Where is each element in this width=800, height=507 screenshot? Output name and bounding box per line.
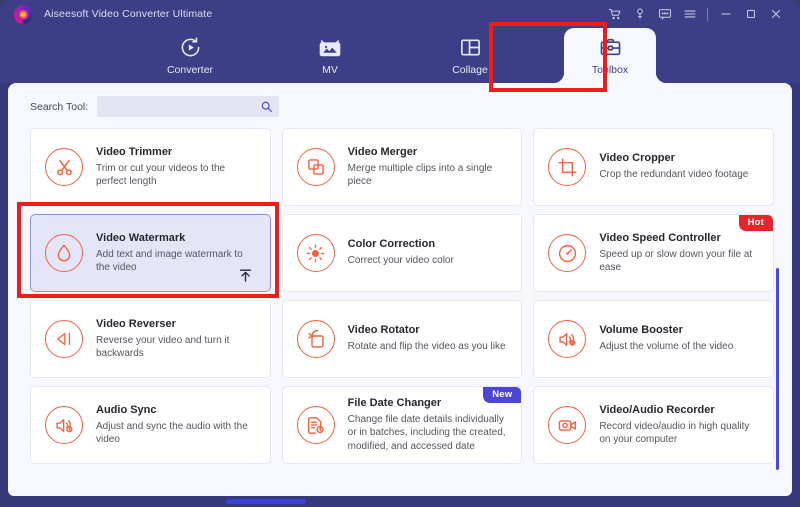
tab-toolbox[interactable]: Toolbox <box>564 28 656 83</box>
tool-title: Video Watermark <box>96 232 258 244</box>
tool-title: Video Merger <box>348 146 510 158</box>
search-icon[interactable] <box>260 100 273 113</box>
tool-card-audio-sync[interactable]: Audio Sync Adjust and sync the audio wit… <box>30 386 271 464</box>
tool-desc: Correct your video color <box>348 254 510 267</box>
tab-collage-label: Collage <box>452 64 488 76</box>
tool-card-volume-booster[interactable]: Volume Booster Adjust the volume of the … <box>533 300 774 378</box>
window-controls <box>602 1 790 27</box>
speedometer-icon <box>548 234 586 272</box>
tool-title: Video Trimmer <box>96 146 258 158</box>
window-controls-divider <box>707 8 708 21</box>
title-bar: Aiseesoft Video Converter Ultimate <box>0 0 800 28</box>
search-input[interactable] <box>103 101 260 113</box>
tab-mv-label: MV <box>322 64 338 76</box>
tab-converter[interactable]: Converter <box>144 28 236 83</box>
tab-collage[interactable]: Collage <box>424 28 516 83</box>
merge-squares-icon <box>297 148 335 186</box>
cursor-arrow-icon <box>237 266 254 285</box>
horizontal-scrollbar-thumb[interactable] <box>226 499 306 504</box>
tool-title: Video Reverser <box>96 318 258 330</box>
feedback-icon[interactable] <box>652 1 677 27</box>
app-title: Aiseesoft Video Converter Ultimate <box>44 8 212 20</box>
tool-desc: Add text and image watermark to the vide… <box>96 248 258 274</box>
tool-card-file-date-changer[interactable]: New File Date Changer Change file date d… <box>282 386 523 464</box>
tool-desc: Adjust the volume of the video <box>599 340 761 353</box>
tool-title: Video/Audio Recorder <box>599 404 761 416</box>
main-navigation: Converter MV Collage <box>0 28 800 83</box>
converter-icon <box>179 36 202 60</box>
tool-title: Video Speed Controller <box>599 232 761 244</box>
toolbox-icon <box>599 36 622 60</box>
tool-desc: Trim or cut your videos to the perfect l… <box>96 162 258 188</box>
tool-desc: Change file date details individually or… <box>348 413 510 453</box>
aiseesoft-logo-icon <box>14 5 33 24</box>
tool-card-video-trimmer[interactable]: Video Trimmer Trim or cut your videos to… <box>30 128 271 206</box>
toolbox-panel: Search Tool: <box>8 83 792 496</box>
tool-desc: Rotate and flip the video as you like <box>348 340 510 353</box>
tab-mv[interactable]: MV <box>284 28 376 83</box>
tool-title: Video Rotator <box>348 324 510 336</box>
tool-card-video-speed-controller[interactable]: Hot Video Speed Controller Speed up or s… <box>533 214 774 292</box>
rotate-icon <box>297 320 335 358</box>
tool-card-video-merger[interactable]: Video Merger Merge multiple clips into a… <box>282 128 523 206</box>
application-window: Aiseesoft Video Converter Ultimate <box>0 0 800 507</box>
cart-icon[interactable] <box>602 1 627 27</box>
tool-card-video-reverser[interactable]: Video Reverser Reverse your video and tu… <box>30 300 271 378</box>
maximize-icon[interactable] <box>738 1 763 27</box>
search-label: Search Tool: <box>30 101 88 113</box>
key-icon[interactable] <box>627 1 652 27</box>
tool-desc: Speed up or slow down your file at ease <box>599 248 761 274</box>
tool-card-video-watermark[interactable]: Video Watermark Add text and image water… <box>30 214 271 292</box>
status-badge-hot: Hot <box>739 215 773 231</box>
tab-converter-label: Converter <box>167 64 213 76</box>
speaker-clock-icon <box>45 406 83 444</box>
tool-title: Volume Booster <box>599 324 761 336</box>
rewind-icon <box>45 320 83 358</box>
water-drop-icon <box>45 234 83 272</box>
record-camera-icon <box>548 406 586 444</box>
tool-grid: Video Trimmer Trim or cut your videos to… <box>8 128 792 464</box>
search-row: Search Tool: <box>8 83 792 128</box>
tool-title: Audio Sync <box>96 404 258 416</box>
document-clock-icon <box>297 406 335 444</box>
horizontal-scrollbar-track[interactable] <box>8 499 792 504</box>
brightness-sun-icon <box>297 234 335 272</box>
status-badge-new: New <box>483 387 521 403</box>
tool-desc: Merge multiple clips into a single piece <box>348 162 510 188</box>
close-icon[interactable] <box>763 1 788 27</box>
tool-card-color-correction[interactable]: Color Correction Correct your video colo… <box>282 214 523 292</box>
tool-card-video-audio-recorder[interactable]: Video/Audio Recorder Record video/audio … <box>533 386 774 464</box>
tool-desc: Crop the redundant video footage <box>599 168 761 181</box>
tool-card-video-rotator[interactable]: Video Rotator Rotate and flip the video … <box>282 300 523 378</box>
scissors-icon <box>45 148 83 186</box>
menu-icon[interactable] <box>677 1 702 27</box>
search-box[interactable] <box>97 96 279 117</box>
speaker-volume-icon <box>548 320 586 358</box>
mv-icon <box>318 36 342 60</box>
tool-desc: Record video/audio in high quality on yo… <box>599 420 761 446</box>
collage-icon <box>459 36 482 60</box>
tool-desc: Reverse your video and turn it backwards <box>96 334 258 360</box>
tab-toolbox-label: Toolbox <box>592 64 628 76</box>
tool-title: Color Correction <box>348 238 510 250</box>
vertical-scrollbar[interactable] <box>776 268 779 470</box>
tool-desc: Adjust and sync the audio with the video <box>96 420 258 446</box>
crop-icon <box>548 148 586 186</box>
tool-card-video-cropper[interactable]: Video Cropper Crop the redundant video f… <box>533 128 774 206</box>
minimize-icon[interactable] <box>713 1 738 27</box>
tool-title: Video Cropper <box>599 152 761 164</box>
